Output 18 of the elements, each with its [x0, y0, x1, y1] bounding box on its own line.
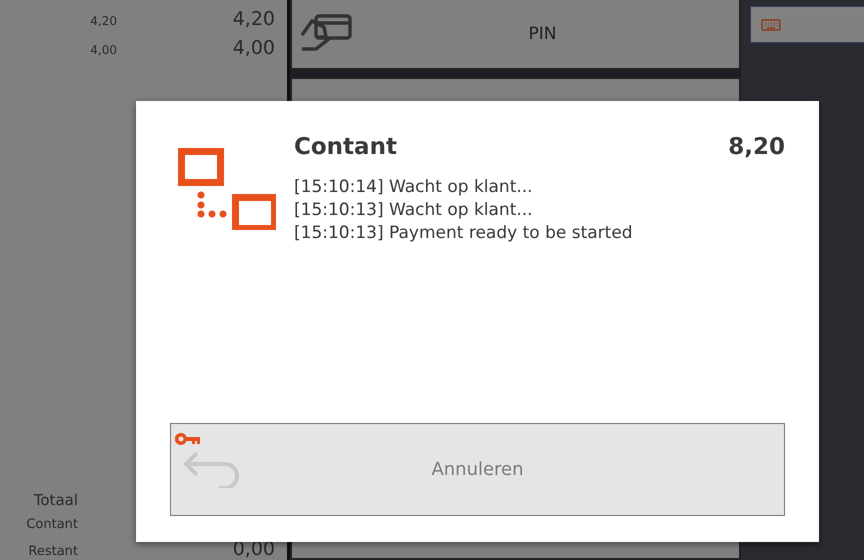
total-label: Totaal — [32, 491, 78, 509]
payment-amount: 8,20 — [728, 134, 785, 160]
dialog-title: Contant — [294, 134, 397, 160]
log-line: [15:10:14] Wacht op klant... — [294, 176, 534, 199]
payment-button[interactable]: PIN — [290, 0, 741, 70]
keyboard-icon — [761, 18, 781, 30]
total-label: Contant — [25, 517, 78, 532]
key-icon — [175, 432, 203, 446]
unit-price: 4,20 — [89, 14, 117, 28]
unit-price: 4,00 — [89, 43, 117, 57]
total-label: Restant — [27, 544, 78, 559]
line-amount: 4,00 — [232, 37, 275, 59]
log-line: [15:10:13] Payment ready to be started — [294, 222, 634, 245]
return-arrow-icon — [183, 450, 241, 488]
cancel-button[interactable]: Annuleren — [170, 423, 785, 516]
line-amount: 4,20 — [232, 8, 275, 30]
keyboard-button[interactable] — [750, 6, 864, 43]
log-line: [15:10:13] Wacht op klant... — [294, 199, 534, 222]
